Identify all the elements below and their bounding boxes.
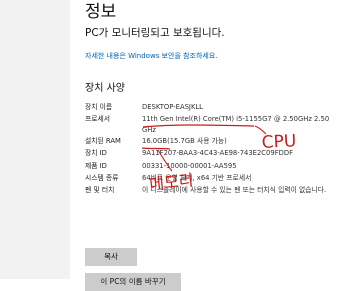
spec-row-system-type: 시스템 종류 64비트 운영 체제, x64 기반 프로세서 (85, 172, 340, 184)
spec-row-device-name: 장치 이름 DESKTOP-EASJKLL (85, 101, 340, 113)
spec-label: 장치 이름 (85, 103, 113, 111)
spec-row-ram: 설치된 RAM 16.0GB(15.7GB 사용 가능) (85, 135, 340, 147)
spec-value: DESKTOP-EASJKLL (142, 103, 203, 111)
spec-row-pen-touch: 펜 및 터치 이 디스플레이에 사용할 수 있는 펜 또는 터치식 입력이 없습… (85, 184, 340, 206)
spec-value: 11th Gen Intel(R) Core(TM) i5-1155G7 @ 2… (142, 115, 330, 134)
settings-nav-pane (0, 0, 70, 279)
spec-value: 9A11F207-BAA3-4C43-AE98-743E2C09FDDF (142, 149, 293, 158)
spec-label: 프로세서 (85, 115, 111, 124)
spec-row-processor: 프로세서 11th Gen Intel(R) Core(TM) i5-1155G… (85, 113, 340, 135)
spec-value: 16.0GB(15.7GB 사용 가능) (142, 137, 227, 146)
spec-value: 64비트 운영 체제, x64 기반 프로세서 (142, 173, 252, 182)
spec-row-product-id: 제품 ID 00331-10000-00001-AA595 (85, 160, 340, 172)
spec-value: 00331-10000-00001-AA595 (142, 161, 237, 170)
device-specs-list: 장치 이름 DESKTOP-EASJKLL 프로세서 11th Gen Inte… (85, 101, 340, 206)
spec-label: 설치된 RAM (85, 137, 121, 146)
rename-pc-button[interactable]: 이 PC의 이름 바꾸기 (85, 273, 181, 291)
spec-label: 시스템 종류 (85, 173, 119, 182)
spec-label: 장치 ID (85, 149, 107, 158)
spec-label: 펜 및 터치 (85, 185, 115, 194)
spec-value: 이 디스플레이에 사용할 수 있는 펜 또는 터치식 입력이 없습니다. (142, 185, 327, 194)
windows-security-link[interactable]: 자세한 내용은 Windows 보안을 참조하세요. (85, 51, 218, 61)
device-specs-heading: 장치 사양 (85, 83, 125, 94)
protection-status: PC가 모니터링되고 보호됩니다. (85, 27, 225, 39)
copy-button[interactable]: 복사 (85, 248, 137, 266)
page-title: 정보 (85, 2, 117, 22)
spec-row-device-id: 장치 ID 9A11F207-BAA3-4C43-AE98-743E2C09FD… (85, 147, 340, 159)
spec-label: 제품 ID (85, 161, 107, 170)
about-page: 정보 PC가 모니터링되고 보호됩니다. 자세한 내용은 Windows 보안을… (70, 0, 340, 291)
